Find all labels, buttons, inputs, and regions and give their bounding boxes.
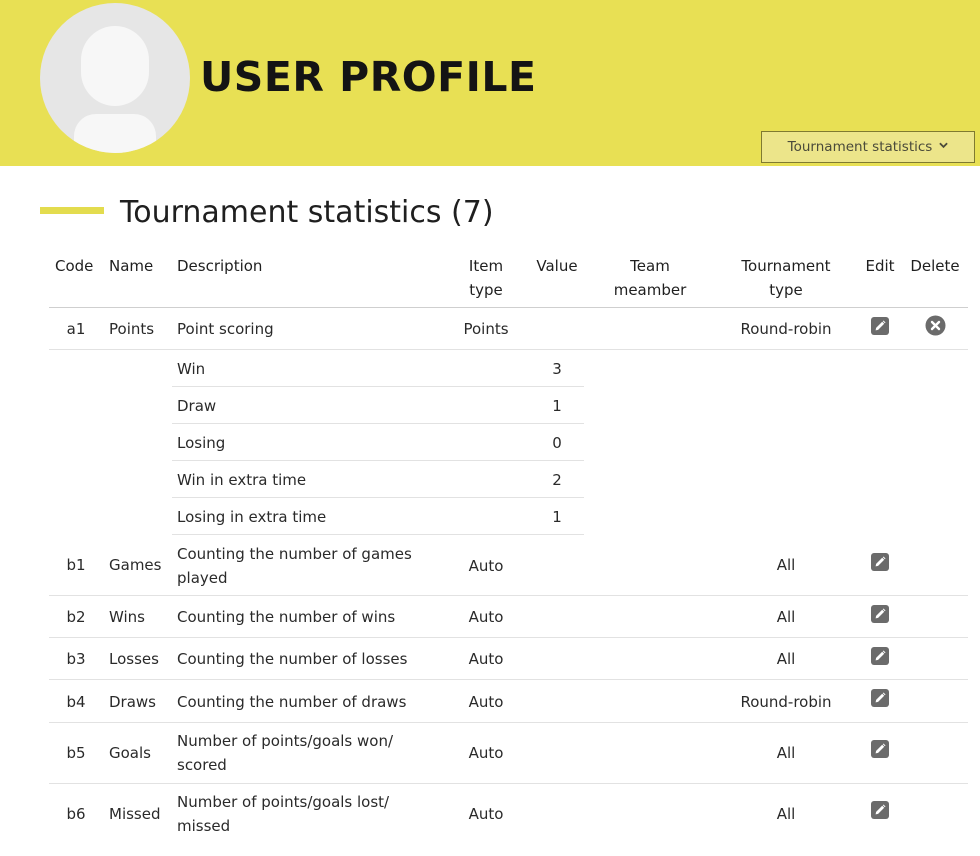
page-title: USER PROFILE <box>200 53 537 101</box>
sub-row-divider <box>172 386 584 387</box>
row-code: b4 <box>66 693 86 711</box>
row-code: b2 <box>66 608 86 626</box>
pencil-icon[interactable] <box>871 689 889 707</box>
column-header-item-type-line1: Item <box>468 257 504 275</box>
column-header-item-type: Item type <box>446 254 526 302</box>
row-description-line2: missed <box>177 817 231 835</box>
column-header-tournament-type-line2: type <box>769 281 803 299</box>
row-item-type: Auto <box>468 557 504 575</box>
pencil-icon[interactable] <box>871 317 889 335</box>
column-header-name: Name <box>109 257 154 275</box>
sub-row-value: 1 <box>552 508 562 526</box>
row-description-line2: played <box>177 569 228 587</box>
row-item-type: Auto <box>468 693 504 711</box>
tournament-statistics-dropdown[interactable]: Tournament statistics <box>761 131 975 163</box>
column-header-item-type-line2: type <box>469 281 503 299</box>
sub-row-divider <box>172 497 584 498</box>
row-code: a1 <box>66 320 86 338</box>
row-name: Wins <box>109 608 145 626</box>
row-item-type: Auto <box>468 744 504 762</box>
row-item-type: Auto <box>468 650 504 668</box>
row-tournament-type: All <box>776 608 796 626</box>
row-code: b3 <box>66 650 86 668</box>
chevron-down-icon <box>939 142 949 152</box>
row-code: b1 <box>66 556 86 574</box>
row-tournament-type: All <box>776 744 796 762</box>
section-title: Tournament statistics (7) <box>120 195 494 230</box>
row-name: Draws <box>109 693 156 711</box>
row-description: Counting the number of draws <box>177 693 407 711</box>
row-tournament-type: All <box>776 556 796 574</box>
row-description: Counting the number of games played <box>177 542 412 590</box>
pencil-icon[interactable] <box>871 553 889 571</box>
row-item-type: Auto <box>468 608 504 626</box>
row-name: Points <box>109 320 155 338</box>
sub-row-value: 0 <box>552 434 562 452</box>
row-name: Losses <box>109 650 159 668</box>
column-header-team-member: Team meamber <box>600 254 700 302</box>
sub-row-label: Draw <box>177 397 217 415</box>
row-description: Number of points/goals won/ scored <box>177 729 393 777</box>
row-divider <box>49 349 968 350</box>
row-tournament-type: Round-robin <box>740 320 832 338</box>
column-header-tournament-type: Tournament type <box>726 254 846 302</box>
row-description-line1: Counting the number of games <box>177 545 412 563</box>
row-item-type: Auto <box>468 805 504 823</box>
sub-row-divider <box>172 534 584 535</box>
row-tournament-type: All <box>776 650 796 668</box>
row-name: Goals <box>109 744 151 762</box>
sub-row-value: 3 <box>552 360 562 378</box>
sub-row-label: Win <box>177 360 206 378</box>
column-header-code: Code <box>55 257 94 275</box>
profile-header: USER PROFILE Tournament statistics <box>0 0 980 166</box>
sub-row-label: Losing <box>177 434 226 452</box>
sub-row-divider <box>172 423 584 424</box>
column-header-tournament-type-line1: Tournament <box>741 257 831 275</box>
row-item-type: Points <box>463 320 509 338</box>
column-header-delete: Delete <box>910 257 960 275</box>
dropdown-label: Tournament statistics <box>787 139 933 155</box>
row-description: Point scoring <box>177 320 274 338</box>
sub-row-value: 2 <box>552 471 562 489</box>
row-divider <box>49 595 968 596</box>
row-description-line1: Number of points/goals won/ <box>177 732 394 750</box>
row-description: Number of points/goals lost/ missed <box>177 790 389 838</box>
row-description-line1: Number of points/goals lost/ <box>177 793 390 811</box>
avatar-shoulders <box>74 114 156 153</box>
section-accent-bar <box>40 207 104 214</box>
column-header-value: Value <box>536 257 578 275</box>
sub-row-divider <box>172 460 584 461</box>
sub-row-label: Losing in extra time <box>177 508 327 526</box>
column-header-description: Description <box>177 257 263 275</box>
column-header-edit: Edit <box>865 257 895 275</box>
row-name: Games <box>109 556 162 574</box>
pencil-icon[interactable] <box>871 647 889 665</box>
row-tournament-type: All <box>776 805 796 823</box>
row-divider <box>49 783 968 784</box>
row-divider <box>49 722 968 723</box>
sub-row-label: Win in extra time <box>177 471 307 489</box>
pencil-icon[interactable] <box>871 605 889 623</box>
header-divider <box>49 307 968 308</box>
row-divider <box>49 637 968 638</box>
pencil-icon[interactable] <box>871 740 889 758</box>
column-header-team-member-line2: meamber <box>613 281 687 299</box>
row-code: b5 <box>66 744 86 762</box>
row-tournament-type: Round-robin <box>740 693 832 711</box>
user-avatar-icon <box>40 3 190 153</box>
pencil-icon[interactable] <box>871 801 889 819</box>
column-header-team-member-line1: Team <box>630 257 670 275</box>
row-description: Counting the number of losses <box>177 650 408 668</box>
row-description: Counting the number of wins <box>177 608 396 626</box>
row-name: Missed <box>109 805 161 823</box>
close-circle-icon[interactable] <box>925 315 946 336</box>
sub-row-value: 1 <box>552 397 562 415</box>
row-description-line2: scored <box>177 756 227 774</box>
row-code: b6 <box>66 805 86 823</box>
avatar-head <box>81 26 149 106</box>
row-divider <box>49 679 968 680</box>
